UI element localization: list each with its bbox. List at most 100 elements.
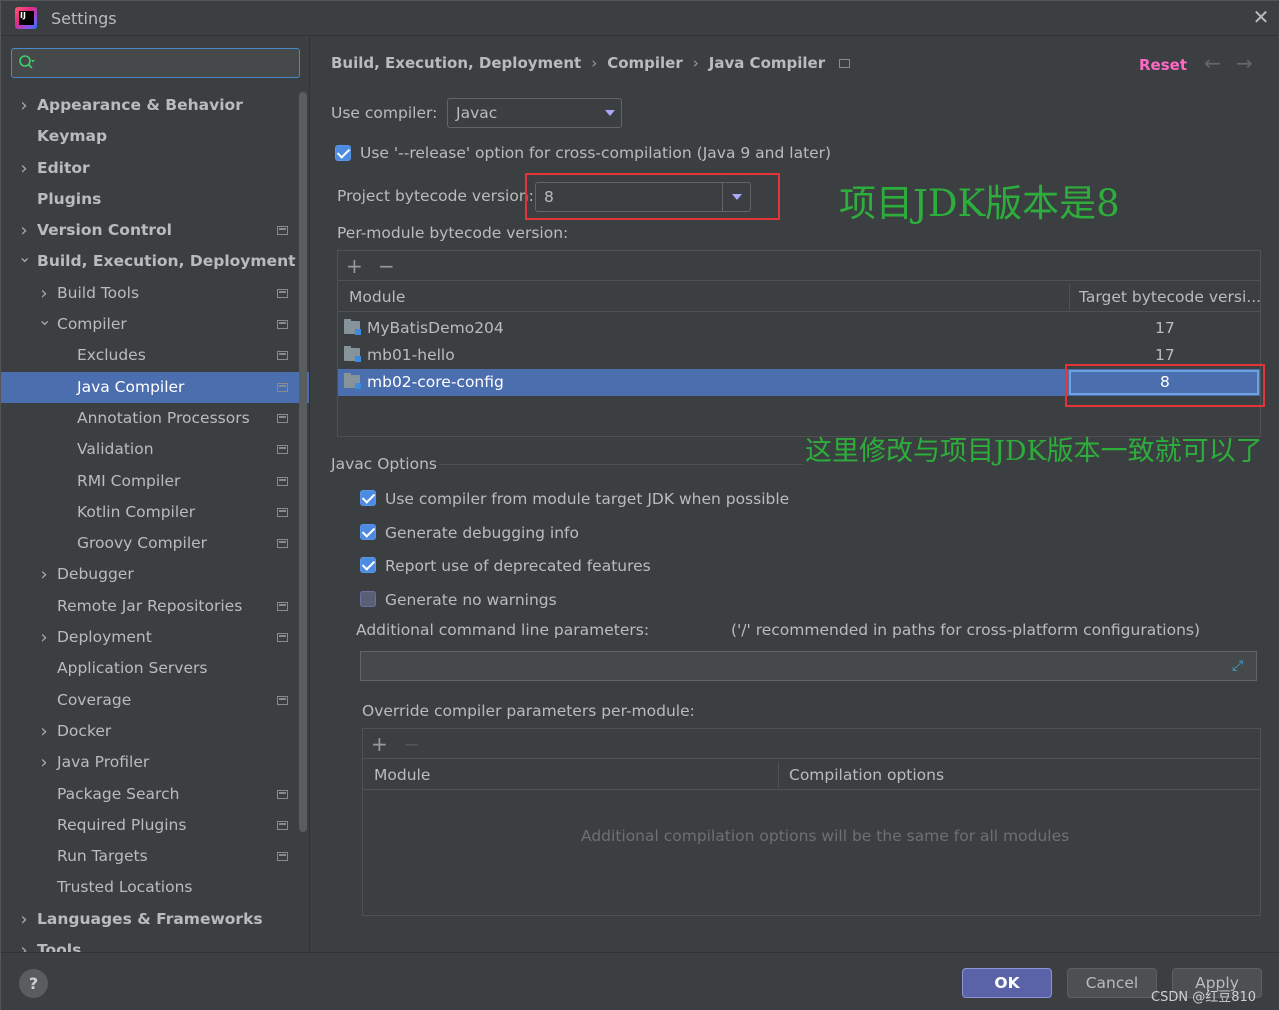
dialog-footer: ? OK Cancel Apply CSDN @红豆810 <box>1 952 1279 1010</box>
sidebar-item-required-plugins[interactable]: Required Plugins <box>1 810 309 841</box>
search-icon <box>19 55 35 69</box>
add-icon[interactable]: + <box>371 732 388 756</box>
chevron-right-icon[interactable]: › <box>18 904 30 935</box>
module-name: MyBatisDemo204 <box>367 319 504 337</box>
sidebar-item-label: Languages & Frameworks <box>37 909 263 928</box>
module-folder-icon <box>344 346 361 362</box>
sidebar-item-keymap[interactable]: Keymap <box>1 121 309 152</box>
sidebar-item-editor[interactable]: › Editor <box>1 153 309 184</box>
column-header-module[interactable]: Module <box>349 288 405 306</box>
sidebar-item-groovy-compiler[interactable]: Groovy Compiler <box>1 528 309 559</box>
sidebar-item-compiler[interactable]: ⌄ Compiler <box>1 309 309 340</box>
chevron-down-icon[interactable]: ⌄ <box>38 309 51 340</box>
use-compiler-dropdown[interactable]: Javac <box>447 98 622 128</box>
table-toolbar: + − <box>363 729 1260 759</box>
chevron-right-icon[interactable]: › <box>18 90 30 121</box>
sidebar-item-label: Annotation Processors <box>77 408 250 427</box>
sidebar-item-excludes[interactable]: Excludes <box>1 340 309 371</box>
intellij-logo-icon <box>15 7 37 29</box>
sidebar-item-languages-frameworks[interactable]: › Languages & Frameworks <box>1 904 309 935</box>
chevron-right-icon[interactable]: › <box>38 747 50 778</box>
annotation-project-jdk: 项目JDK版本是8 <box>839 182 1120 225</box>
module-name: mb01-hello <box>367 346 455 364</box>
sidebar-item-debugger[interactable]: › Debugger <box>1 559 309 590</box>
sidebar-item-build-tools[interactable]: › Build Tools <box>1 278 309 309</box>
chevron-right-icon[interactable]: › <box>38 622 50 653</box>
sidebar-item-application-servers[interactable]: Application Servers <box>1 653 309 684</box>
column-header-target[interactable]: Target bytecode versi... <box>1079 288 1261 306</box>
column-divider[interactable] <box>778 762 779 788</box>
option-checkbox-no-warnings[interactable] <box>360 591 376 607</box>
chevron-right-icon[interactable]: › <box>38 278 50 309</box>
sidebar-item-label: Appearance & Behavior <box>37 96 243 114</box>
option-label: Use compiler from module target JDK when… <box>385 490 790 508</box>
chevron-right-icon[interactable]: › <box>38 559 50 590</box>
sidebar-item-docker[interactable]: › Docker <box>1 716 309 747</box>
project-level-icon <box>277 288 288 298</box>
chevron-right-icon[interactable]: › <box>38 716 50 747</box>
remove-icon[interactable]: − <box>378 254 395 278</box>
ok-button[interactable]: OK <box>962 968 1052 998</box>
table-header: Module Compilation options <box>363 760 1260 790</box>
sidebar-item-java-profiler[interactable]: › Java Profiler <box>1 747 309 778</box>
empty-table-text: Additional compilation options will be t… <box>581 827 1070 845</box>
search-input[interactable] <box>42 53 292 73</box>
sidebar-item-version-control[interactable]: › Version Control <box>1 215 309 246</box>
search-field[interactable] <box>11 48 300 78</box>
help-icon[interactable]: ? <box>19 969 48 998</box>
sidebar-item-coverage[interactable]: Coverage <box>1 685 309 716</box>
breadcrumb-item[interactable]: Compiler <box>607 54 683 72</box>
back-arrow-icon[interactable]: ← <box>1204 51 1221 75</box>
additional-params-input[interactable]: ⤢ <box>360 651 1257 681</box>
add-icon[interactable]: + <box>346 254 363 278</box>
sidebar-item-label: Java Compiler <box>77 377 185 396</box>
section-divider <box>439 464 803 465</box>
sidebar-scrollbar[interactable] <box>299 92 307 832</box>
chevron-down-icon[interactable]: ⌄ <box>18 246 31 277</box>
sidebar-item-tools[interactable]: › Tools <box>1 935 309 952</box>
sidebar-item-remote-jar-repositories[interactable]: Remote Jar Repositories <box>1 591 309 622</box>
project-level-icon <box>277 601 288 611</box>
column-divider[interactable] <box>1069 284 1070 310</box>
sidebar-item-plugins[interactable]: Plugins <box>1 184 309 215</box>
chevron-right-icon[interactable]: › <box>18 935 30 952</box>
table-row[interactable]: MyBatisDemo204 17 <box>338 315 1260 342</box>
cancel-button[interactable]: Cancel <box>1067 968 1157 998</box>
sidebar-item-package-search[interactable]: Package Search <box>1 779 309 810</box>
sidebar-item-deployment[interactable]: › Deployment <box>1 622 309 653</box>
breadcrumb-item[interactable]: Build, Execution, Deployment <box>331 54 581 72</box>
javac-options-title: Javac Options <box>331 455 437 473</box>
sidebar-item-label: Java Profiler <box>57 753 150 772</box>
project-level-icon <box>277 507 288 517</box>
close-icon[interactable]: ✕ <box>1250 6 1272 28</box>
sidebar-item-build-execution-deployment[interactable]: ⌄ Build, Execution, Deployment <box>1 246 309 277</box>
window-title: Settings <box>51 9 117 28</box>
sidebar-item-java-compiler[interactable]: Java Compiler <box>1 371 309 403</box>
option-checkbox-debug-info[interactable] <box>360 524 376 540</box>
breadcrumb: Build, Execution, Deployment › Compiler › Ja… <box>331 54 851 72</box>
sidebar-item-kotlin-compiler[interactable]: Kotlin Compiler <box>1 497 309 528</box>
sidebar-item-label: Build, Execution, Deployment <box>37 252 296 271</box>
sidebar-item-trusted-locations[interactable]: Trusted Locations <box>1 872 309 903</box>
column-header-module[interactable]: Module <box>374 766 430 784</box>
release-option-checkbox[interactable] <box>335 145 351 161</box>
sidebar-item-run-targets[interactable]: Run Targets <box>1 841 309 872</box>
forward-arrow-icon[interactable]: → <box>1236 51 1253 75</box>
option-checkbox-deprecated[interactable] <box>360 557 376 573</box>
sidebar-item-rmi-compiler[interactable]: RMI Compiler <box>1 466 309 497</box>
sidebar-item-appearance-behavior[interactable]: › Appearance & Behavior <box>1 90 309 121</box>
target-version[interactable]: 17 <box>1155 319 1175 337</box>
sidebar-item-annotation-processors[interactable]: Annotation Processors <box>1 403 309 434</box>
chevron-right-icon[interactable]: › <box>18 153 30 184</box>
sidebar-item-label: Tools <box>37 941 82 952</box>
target-version[interactable]: 17 <box>1155 346 1175 364</box>
expand-icon[interactable]: ⤢ <box>1232 658 1248 674</box>
project-bytecode-label: Project bytecode version: <box>337 187 534 205</box>
column-header-compilation-options[interactable]: Compilation options <box>789 766 944 784</box>
sidebar-item-validation[interactable]: Validation <box>1 434 309 465</box>
use-compiler-label: Use compiler: <box>331 104 438 122</box>
reset-link[interactable]: Reset <box>1139 56 1187 74</box>
chevron-right-icon[interactable]: › <box>18 215 30 246</box>
option-checkbox-target-jdk[interactable] <box>360 490 376 506</box>
settings-tree: › Appearance & Behavior Keymap › Editor Plugi… <box>1 90 309 952</box>
